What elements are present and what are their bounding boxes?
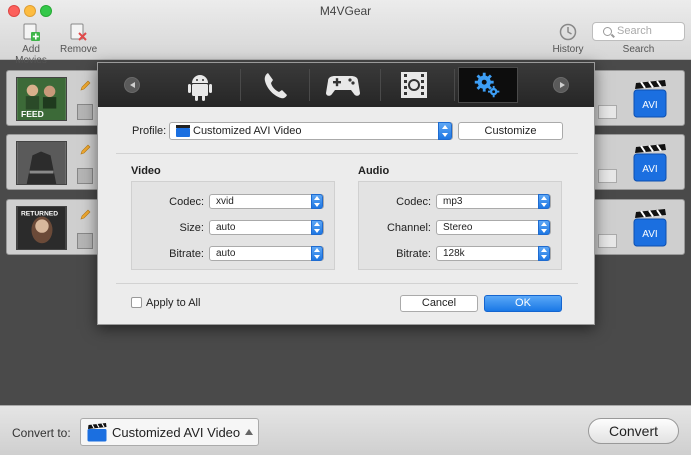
video-bitrate-value: auto: [216, 248, 236, 259]
movie-thumbnail: FEED: [16, 77, 67, 121]
profile-dialog: Profile: Customized AVI Video Customize …: [97, 62, 595, 325]
category-separator: [309, 69, 310, 101]
trim-icon[interactable]: [77, 233, 93, 249]
avi-format-icon: AVI: [633, 80, 667, 118]
app-title: M4VGear: [319, 4, 372, 18]
edit-icon[interactable]: [79, 80, 91, 92]
video-section-title: Video: [131, 165, 161, 177]
category-separator: [454, 69, 455, 101]
chevron-up-icon: [245, 429, 253, 435]
video-codec-label: Codec:: [169, 196, 204, 208]
convert-button[interactable]: Convert: [588, 418, 679, 444]
search-input[interactable]: Search: [592, 22, 685, 41]
avi-label: AVI: [642, 100, 657, 111]
film-icon[interactable]: [384, 67, 444, 103]
row-option-stub[interactable]: [598, 105, 617, 119]
remove-label: Remove: [60, 44, 98, 55]
audio-codec-value: mp3: [443, 196, 463, 207]
search-icon: [603, 27, 612, 36]
gamepad-icon[interactable]: [313, 67, 373, 103]
audio-bitrate-stepper[interactable]: [538, 246, 550, 261]
movie-thumbnail: [16, 141, 67, 185]
category-prev-button[interactable]: [124, 77, 140, 93]
divider: [116, 283, 578, 284]
video-bitrate-select[interactable]: auto: [209, 246, 324, 261]
category-bar: [98, 63, 594, 107]
convert-to-label: Convert to:: [12, 426, 71, 440]
apply-to-all-checkbox[interactable]: [131, 297, 142, 308]
video-codec-select[interactable]: xvid: [209, 194, 324, 209]
thumbnail-caption: RETURNED: [21, 211, 58, 218]
video-bitrate-stepper[interactable]: [311, 246, 323, 261]
remove-button[interactable]: Remove: [60, 22, 98, 55]
audio-codec-stepper[interactable]: [538, 194, 550, 209]
audio-bitrate-select[interactable]: 128k: [436, 246, 551, 261]
edit-icon[interactable]: [79, 144, 91, 156]
category-next-button[interactable]: [553, 77, 569, 93]
audio-channel-value: Stereo: [443, 222, 473, 233]
profile-value: Customized AVI Video: [193, 125, 302, 137]
video-size-select[interactable]: auto: [209, 220, 324, 235]
video-size-stepper[interactable]: [311, 220, 323, 235]
thumbnail-caption: FEED: [21, 109, 44, 119]
add-movies-label: Add Movies: [15, 44, 47, 66]
add-movies-icon: [23, 23, 40, 41]
category-separator: [240, 69, 241, 101]
clapperboard-icon: [87, 423, 107, 442]
audio-codec-label: Codec:: [396, 196, 431, 208]
video-bitrate-label: Bitrate:: [169, 248, 204, 260]
title-bar: M4VGear Add Movies Remove History Search…: [0, 0, 691, 66]
video-codec-stepper[interactable]: [311, 194, 323, 209]
output-format-value: Customized AVI Video: [112, 425, 241, 440]
audio-codec-select[interactable]: mp3: [436, 194, 551, 209]
video-settings-box: Codec: xvid Size: auto Bitrate: auto: [131, 181, 335, 270]
row-option-stub[interactable]: [598, 169, 617, 183]
settings-icon[interactable]: [458, 67, 518, 103]
customize-button[interactable]: Customize: [458, 122, 563, 140]
add-movies-button[interactable]: Add Movies: [6, 22, 56, 66]
history-label: History: [552, 44, 584, 55]
edit-icon[interactable]: [79, 209, 91, 221]
ok-button[interactable]: OK: [484, 295, 562, 312]
cancel-button[interactable]: Cancel: [400, 295, 478, 312]
search-label: Search: [622, 44, 655, 55]
audio-channel-select[interactable]: Stereo: [436, 220, 551, 235]
trim-icon[interactable]: [77, 168, 93, 184]
profile-label: Profile:: [132, 125, 167, 137]
video-size-value: auto: [216, 222, 236, 233]
clapperboard-icon: [176, 125, 190, 137]
audio-section-title: Audio: [358, 165, 390, 177]
trim-icon[interactable]: [77, 104, 93, 120]
divider: [116, 153, 578, 154]
avi-format-icon: AVI: [633, 144, 667, 182]
category-separator: [380, 69, 381, 101]
history-button[interactable]: History: [552, 22, 584, 55]
profile-stepper[interactable]: [438, 122, 452, 140]
search-group: Search Search: [592, 22, 685, 55]
history-icon: [559, 23, 577, 41]
audio-bitrate-value: 128k: [443, 248, 465, 259]
avi-label: AVI: [642, 164, 657, 175]
audio-bitrate-label: Bitrate:: [396, 248, 431, 260]
movie-thumbnail: RETURNED: [16, 206, 67, 250]
video-size-label: Size:: [179, 222, 204, 234]
avi-format-icon: AVI: [633, 209, 667, 247]
audio-channel-label: Channel:: [386, 222, 431, 234]
output-format-select[interactable]: Customized AVI Video: [80, 418, 259, 446]
search-placeholder: Search: [617, 25, 652, 37]
profile-select[interactable]: Customized AVI Video: [169, 122, 453, 140]
audio-channel-stepper[interactable]: [538, 220, 550, 235]
remove-icon: [70, 23, 87, 41]
bottom-bar: Convert to: Customized AVI Video Convert: [0, 405, 691, 455]
apply-to-all-label[interactable]: Apply to All: [146, 297, 200, 309]
avi-label: AVI: [642, 229, 657, 240]
row-option-stub[interactable]: [598, 234, 617, 248]
audio-settings-box: Codec: mp3 Channel: Stereo Bitrate: 128k: [358, 181, 562, 270]
android-icon[interactable]: [170, 67, 230, 103]
phone-icon[interactable]: [244, 67, 304, 103]
video-codec-value: xvid: [216, 196, 234, 207]
